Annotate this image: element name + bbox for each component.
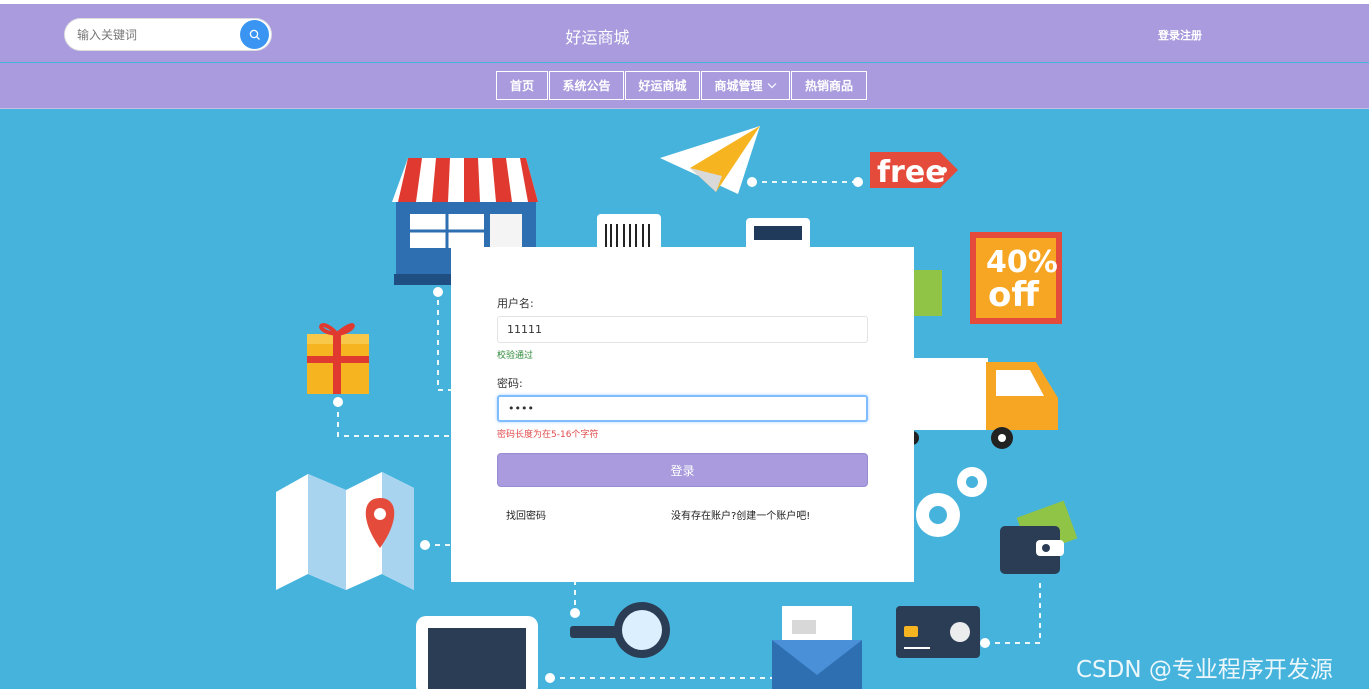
- nav-item-hot-products[interactable]: 热销商品: [791, 71, 867, 100]
- nav-item-label: 系统公告: [562, 79, 611, 93]
- login-button[interactable]: 登录: [497, 453, 868, 487]
- discount-line2: off: [988, 275, 1039, 315]
- truck-icon: [905, 358, 1058, 449]
- header: 好运商城 登录注册: [0, 4, 1369, 62]
- envelope-icon: [772, 606, 862, 689]
- forgot-password-link[interactable]: 找回密码: [506, 507, 546, 522]
- tablet-icon: [416, 616, 538, 689]
- username-input[interactable]: [497, 316, 868, 343]
- gears-icon: [916, 467, 987, 537]
- nav-bar: 首页 系统公告 好运商城 商城管理 热销商品: [0, 63, 1369, 109]
- login-card: 用户名: 校验通过 密码: 密码长度为在5-16个字符 登录 找回密码 没有存在…: [451, 247, 914, 582]
- password-input[interactable]: [497, 395, 868, 422]
- site-title: 好运商城: [565, 28, 630, 47]
- free-tag-text: free: [877, 155, 946, 190]
- credit-card-icon: [896, 606, 980, 658]
- gift-icon: [307, 323, 369, 394]
- cash-icon: [912, 270, 942, 316]
- password-hint: 密码长度为在5-16个字符: [497, 430, 599, 440]
- nav-item-label: 好运商城: [638, 79, 687, 93]
- discount-tag-icon: 40% off: [970, 232, 1062, 324]
- nav-item-mall[interactable]: 好运商城: [625, 71, 700, 100]
- wallet-icon: [1000, 500, 1078, 574]
- nav-item-label: 热销商品: [804, 79, 853, 93]
- username-hint: 校验通过: [497, 351, 534, 361]
- map-icon: [276, 472, 414, 590]
- nav-item-announcements[interactable]: 系统公告: [549, 71, 624, 100]
- watermark: CSDN @专业程序开发源: [1076, 657, 1333, 683]
- username-label: 用户名:: [497, 297, 534, 310]
- nav-item-label: 商城管理: [714, 79, 763, 93]
- nav-item-mall-management[interactable]: 商城管理: [701, 71, 790, 100]
- nav-menu: 首页 系统公告 好运商城 商城管理 热销商品: [496, 71, 868, 100]
- magnifier-icon: [570, 602, 670, 658]
- free-tag-icon: free: [870, 152, 958, 190]
- nav-item-label: 首页: [509, 79, 534, 93]
- nav-item-home[interactable]: 首页: [496, 71, 548, 100]
- chevron-down-icon: [767, 83, 776, 89]
- login-register-link[interactable]: 登录注册: [1158, 27, 1202, 43]
- password-label: 密码:: [497, 377, 523, 390]
- create-account-link[interactable]: 没有存在账户?创建一个账户吧!: [671, 507, 810, 522]
- paper-plane-icon: [660, 126, 760, 194]
